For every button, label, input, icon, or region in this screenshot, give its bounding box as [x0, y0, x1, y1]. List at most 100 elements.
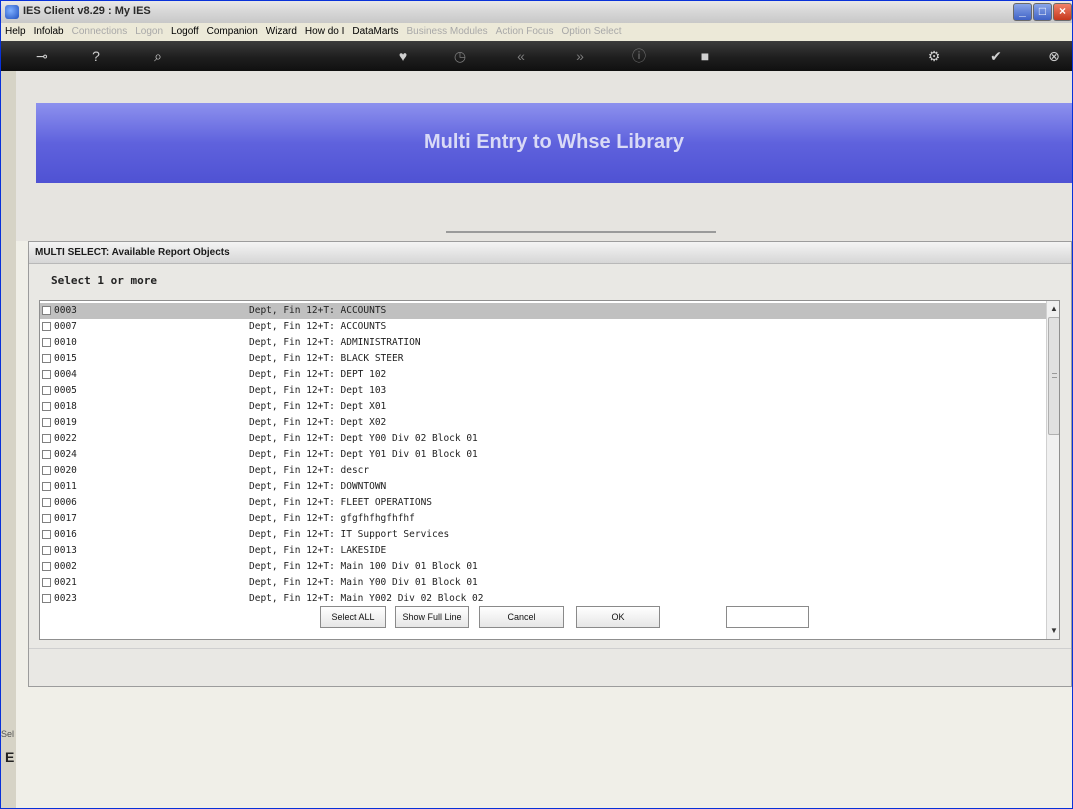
- list-item[interactable]: 0003 Dept, Fin 12+T: ACCOUNTS: [40, 303, 1046, 319]
- row-description: Dept, Fin 12+T: Main Y00 Div 01 Block 01: [249, 577, 478, 588]
- row-code: 0011: [54, 481, 77, 492]
- row-checkbox[interactable]: [42, 386, 51, 395]
- check-icon[interactable]: ✔: [985, 46, 1007, 66]
- menu-item-option-select[interactable]: Option Select: [561, 23, 621, 41]
- row-checkbox[interactable]: [42, 514, 51, 523]
- row-checkbox[interactable]: [42, 594, 51, 603]
- scroll-thumb[interactable]: [1048, 317, 1059, 435]
- list-scrollbar[interactable]: ▲ ▼: [1046, 301, 1059, 639]
- row-checkbox[interactable]: [42, 434, 51, 443]
- row-checkbox[interactable]: [42, 530, 51, 539]
- row-description: Dept, Fin 12+T: LAKESIDE: [249, 545, 387, 556]
- menu-item-infolab[interactable]: Infolab: [34, 23, 64, 41]
- scroll-up-icon[interactable]: ▲: [1048, 303, 1059, 315]
- row-description: Dept, Fin 12+T: Main Y002 Div 02 Block 0…: [249, 593, 484, 604]
- row-checkbox[interactable]: [42, 306, 51, 315]
- row-description: Dept, Fin 12+T: FLEET OPERATIONS: [249, 497, 433, 508]
- heart-icon[interactable]: ♥: [392, 46, 414, 66]
- list-item[interactable]: 0010 Dept, Fin 12+T: ADMINISTRATION: [40, 335, 1046, 351]
- row-code: 0005: [54, 385, 77, 396]
- scroll-down-icon[interactable]: ▼: [1048, 625, 1059, 637]
- row-checkbox[interactable]: [42, 322, 51, 331]
- list-item[interactable]: 0023 Dept, Fin 12+T: Main Y002 Div 02 Blo…: [40, 591, 1046, 607]
- row-code: 0016: [54, 529, 77, 540]
- row-description: Dept, Fin 12+T: BLACK STEER: [249, 353, 404, 364]
- ok-button[interactable]: OK: [576, 606, 660, 628]
- row-checkbox[interactable]: [42, 418, 51, 427]
- menu-item-logon[interactable]: Logon: [135, 23, 163, 41]
- row-checkbox[interactable]: [42, 402, 51, 411]
- key-icon[interactable]: ⊸: [31, 46, 53, 66]
- report-object-list[interactable]: 0023 Dept, Fin 12+T: Main Y002 Div 02 Blo…: [39, 300, 1060, 640]
- list-item[interactable]: 0024 Dept, Fin 12+T: Dept Y01 Div 01 Bloc…: [40, 447, 1046, 463]
- list-item[interactable]: 0011 Dept, Fin 12+T: DOWNTOWN: [40, 479, 1046, 495]
- row-checkbox[interactable]: [42, 354, 51, 363]
- cancel-button[interactable]: Cancel: [479, 606, 564, 628]
- menu-item-logoff[interactable]: Logoff: [171, 23, 199, 41]
- list-item[interactable]: 0017 Dept, Fin 12+T: gfgfhfhgfhfhf: [40, 511, 1046, 527]
- list-item[interactable]: 0005 Dept, Fin 12+T: Dept 103: [40, 383, 1046, 399]
- menu-item-help[interactable]: Help: [5, 23, 26, 41]
- list-item[interactable]: 0002 Dept, Fin 12+T: Main 100 Div 01 Bloc…: [40, 559, 1046, 575]
- list-item[interactable]: 0004 Dept, Fin 12+T: DEPT 102: [40, 367, 1046, 383]
- info-icon[interactable]: ⓘ: [628, 46, 650, 66]
- row-code: 0018: [54, 401, 77, 412]
- list-item[interactable]: 0018 Dept, Fin 12+T: Dept X01: [40, 399, 1046, 415]
- multi-select-dialog: MULTI SELECT: Available Report Objects S…: [28, 241, 1072, 687]
- row-checkbox[interactable]: [42, 578, 51, 587]
- minimize-button[interactable]: _: [1013, 3, 1032, 21]
- clock-icon[interactable]: ◷: [449, 46, 471, 66]
- select-all-button[interactable]: Select ALL: [320, 606, 386, 628]
- list-item[interactable]: 0020 Dept, Fin 12+T: descr: [40, 463, 1046, 479]
- list-item[interactable]: 0016 Dept, Fin 12+T: IT Support Services: [40, 527, 1046, 543]
- menu-item-connections[interactable]: Connections: [72, 23, 128, 41]
- menu-item-wizard[interactable]: Wizard: [266, 23, 297, 41]
- row-description: Dept, Fin 12+T: ADMINISTRATION: [249, 337, 421, 348]
- page-title: Multi Entry to Whse Library: [423, 131, 685, 153]
- row-checkbox[interactable]: [42, 562, 51, 571]
- menu-item-action-focus[interactable]: Action Focus: [496, 23, 554, 41]
- row-code: 0015: [54, 353, 77, 364]
- row-checkbox[interactable]: [42, 450, 51, 459]
- dialog-title: MULTI SELECT: Available Report Objects: [35, 247, 230, 258]
- row-checkbox[interactable]: [42, 466, 51, 475]
- app-icon: [5, 5, 19, 19]
- list-item[interactable]: 0015 Dept, Fin 12+T: BLACK STEER: [40, 351, 1046, 367]
- row-description: Dept, Fin 12+T: DEPT 102: [249, 369, 387, 380]
- help-icon[interactable]: ?: [85, 46, 107, 66]
- list-item[interactable]: 0006 Dept, Fin 12+T: FLEET OPERATIONS: [40, 495, 1046, 511]
- menu-item-datamarts[interactable]: DataMarts: [352, 23, 398, 41]
- dialog-instruction: Select 1 or more: [51, 274, 157, 287]
- list-item[interactable]: 0007 Dept, Fin 12+T: ACCOUNTS: [40, 319, 1046, 335]
- row-description: Dept, Fin 12+T: ACCOUNTS: [249, 305, 387, 316]
- row-description: Dept, Fin 12+T: gfgfhfhgfhfhf: [249, 513, 415, 524]
- row-checkbox[interactable]: [42, 338, 51, 347]
- maximize-button[interactable]: □: [1033, 3, 1052, 21]
- title-bar[interactable]: IES Client v8.29 : My IES _ □ ×: [1, 1, 1072, 23]
- row-checkbox[interactable]: [42, 546, 51, 555]
- row-code: 0007: [54, 321, 77, 332]
- stop-icon[interactable]: ■: [694, 46, 716, 66]
- row-description: Dept, Fin 12+T: IT Support Services: [249, 529, 450, 540]
- list-item[interactable]: 0021 Dept, Fin 12+T: Main Y00 Div 01 Bloc…: [40, 575, 1046, 591]
- forward-icon[interactable]: »: [569, 46, 591, 66]
- row-description: Dept, Fin 12+T: Dept X01: [249, 401, 387, 412]
- row-checkbox[interactable]: [42, 482, 51, 491]
- row-checkbox[interactable]: [42, 498, 51, 507]
- menu-item-companion[interactable]: Companion: [207, 23, 258, 41]
- filter-input[interactable]: [726, 606, 809, 628]
- settings-icon[interactable]: ⚙: [923, 46, 945, 66]
- close-window-button[interactable]: ×: [1053, 3, 1072, 21]
- menu-item-how-do-i[interactable]: How do I: [305, 23, 344, 41]
- list-item[interactable]: 0019 Dept, Fin 12+T: Dept X02: [40, 415, 1046, 431]
- search-icon[interactable]: ⌕: [147, 46, 169, 66]
- list-item[interactable]: 0022 Dept, Fin 12+T: Dept Y00 Div 02 Bloc…: [40, 431, 1046, 447]
- list-item[interactable]: 0013 Dept, Fin 12+T: LAKESIDE: [40, 543, 1046, 559]
- row-description: Dept, Fin 12+T: ACCOUNTS: [249, 321, 387, 332]
- row-checkbox[interactable]: [42, 370, 51, 379]
- menu-item-business-modules[interactable]: Business Modules: [407, 23, 488, 41]
- back-icon[interactable]: «: [510, 46, 532, 66]
- show-full-line-button[interactable]: Show Full Line: [395, 606, 469, 628]
- close-icon[interactable]: ⊗: [1043, 46, 1065, 66]
- row-code: 0004: [54, 369, 77, 380]
